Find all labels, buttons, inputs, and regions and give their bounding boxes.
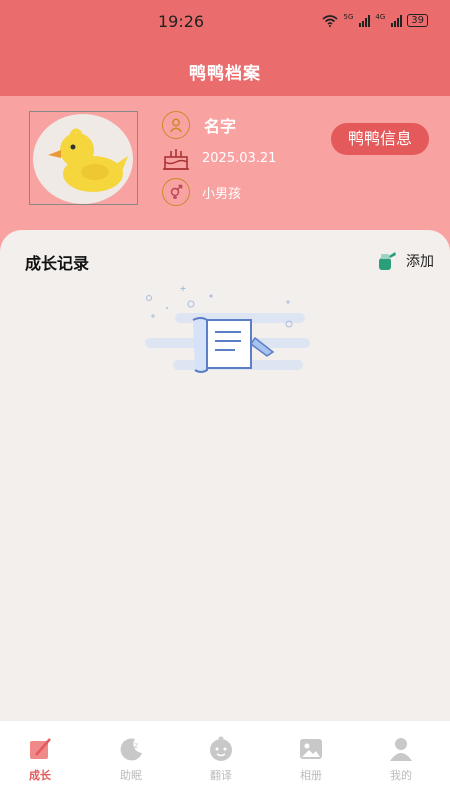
bottom-tab-bar: 成长 z 助眠 翻译 相册 我的 — [0, 720, 450, 801]
signal1-label: 5G — [343, 13, 354, 21]
svg-text:z: z — [134, 741, 138, 750]
tab-sleep-label: 助眠 — [120, 769, 142, 782]
tab-album[interactable]: 相册 — [281, 735, 341, 783]
tab-sleep[interactable]: z 助眠 — [101, 735, 161, 783]
gender-row: 小男孩 — [162, 178, 241, 206]
name-row: 名字 — [162, 111, 236, 139]
birthday-text: 2025.03.21 — [202, 150, 277, 166]
pen-icon — [30, 738, 51, 759]
signal1-icon — [359, 15, 371, 27]
title-bar: 鸭鸭档案 — [0, 46, 450, 96]
signal2-label: 4G — [375, 13, 386, 21]
tab-mine[interactable]: 我的 — [371, 735, 431, 783]
growth-record-title: 成长记录 — [25, 254, 90, 273]
duck-icon — [48, 128, 128, 192]
moon-icon: z — [120, 738, 142, 761]
cake-icon — [163, 149, 189, 170]
gender-text: 小男孩 — [202, 186, 242, 202]
bottle-icon — [379, 252, 396, 270]
gender-icon — [162, 178, 190, 206]
empty-state-illustration — [145, 286, 310, 373]
growth-record-card: 成长记录 添加 — [0, 230, 450, 720]
status-bar: 19:26 5G 4G 39 — [0, 0, 450, 46]
tab-growth-label: 成长 — [29, 769, 51, 782]
add-record-button[interactable]: 添加 — [376, 250, 434, 272]
tab-album-label: 相册 — [300, 769, 322, 782]
status-time: 19:26 — [158, 12, 205, 31]
baby-icon — [210, 736, 232, 761]
avatar[interactable] — [33, 114, 133, 204]
person-icon — [390, 738, 412, 761]
pet-name: 名字 — [204, 117, 237, 136]
battery-icon: 39 — [407, 14, 428, 27]
birthday-row: 2025.03.21 — [162, 144, 276, 172]
user-icon — [162, 111, 190, 139]
add-label: 添加 — [406, 254, 434, 270]
wifi-icon — [322, 15, 339, 27]
avatar-frame[interactable] — [29, 111, 138, 205]
signal2-icon — [391, 15, 403, 27]
pet-info-button[interactable]: 鸭鸭信息 — [331, 123, 429, 155]
status-icons: 5G 4G 39 — [322, 14, 428, 27]
tab-mine-label: 我的 — [390, 769, 412, 782]
page-title: 鸭鸭档案 — [189, 64, 261, 84]
tab-growth[interactable]: 成长 — [10, 735, 70, 783]
photo-icon — [300, 739, 322, 759]
tab-translate-label: 翻译 — [210, 769, 232, 782]
tab-translate[interactable]: 翻译 — [191, 735, 251, 783]
